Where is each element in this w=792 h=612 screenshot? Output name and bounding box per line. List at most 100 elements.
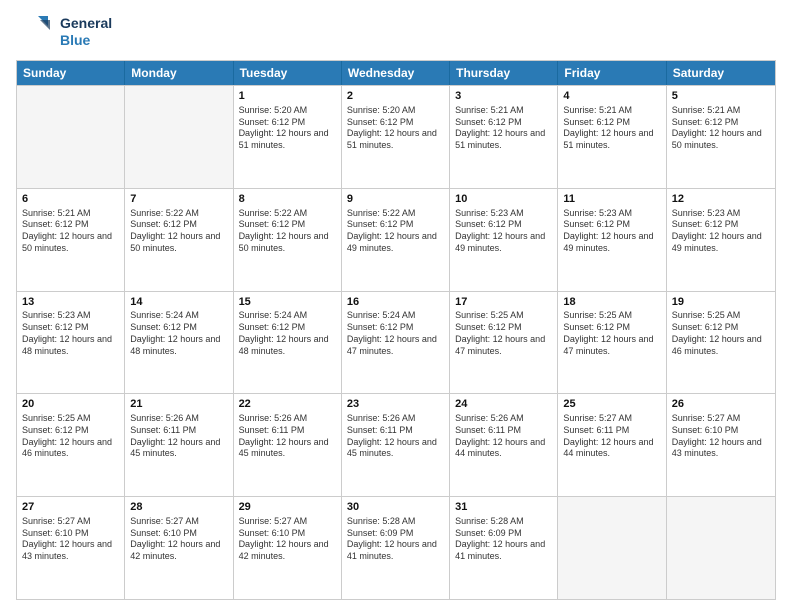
day-number: 23 [347,397,444,412]
day-info: Sunrise: 5:25 AM Sunset: 6:12 PM Dayligh… [22,413,119,460]
calendar-cell: 22Sunrise: 5:26 AM Sunset: 6:11 PM Dayli… [234,394,342,496]
day-number: 5 [672,89,770,104]
day-info: Sunrise: 5:22 AM Sunset: 6:12 PM Dayligh… [347,208,444,255]
calendar-cell: 19Sunrise: 5:25 AM Sunset: 6:12 PM Dayli… [667,292,775,394]
day-number: 8 [239,192,336,207]
calendar-cell: 9Sunrise: 5:22 AM Sunset: 6:12 PM Daylig… [342,189,450,291]
calendar-row-1: 1 Sunrise: 5:20 AM Sunset: 6:12 PM Daylig… [17,85,775,188]
day-number: 14 [130,295,227,310]
calendar-cell: 1Sunrise: 5:20 AM Sunset: 6:12 PM Daylig… [234,86,342,188]
day-number: 13 [22,295,119,310]
day-number: 16 [347,295,444,310]
day-info: Sunrise: 5:21 AM Sunset: 6:12 PM Dayligh… [455,105,552,152]
day-number: 20 [22,397,119,412]
day-number: 9 [347,192,444,207]
day-number: 25 [563,397,660,412]
day-number: 11 [563,192,660,207]
day-number: 26 [672,397,770,412]
day-number: 1 [239,89,336,104]
calendar-header: SundayMondayTuesdayWednesdayThursdayFrid… [17,61,775,85]
day-info: Sunrise: 5:26 AM Sunset: 6:11 PM Dayligh… [347,413,444,460]
day-info: Sunrise: 5:23 AM Sunset: 6:12 PM Dayligh… [672,208,770,255]
day-number: 10 [455,192,552,207]
weekday-header-tuesday: Tuesday [234,61,342,85]
day-number: 18 [563,295,660,310]
day-info: Sunrise: 5:25 AM Sunset: 6:12 PM Dayligh… [455,310,552,357]
day-info: Sunrise: 5:24 AM Sunset: 6:12 PM Dayligh… [239,310,336,357]
day-info: Sunrise: 5:23 AM Sunset: 6:12 PM Dayligh… [455,208,552,255]
calendar-cell: 3Sunrise: 5:21 AM Sunset: 6:12 PM Daylig… [450,86,558,188]
calendar-cell [667,497,775,599]
calendar-cell: 4Sunrise: 5:21 AM Sunset: 6:12 PM Daylig… [558,86,666,188]
day-number: 28 [130,500,227,515]
header: General Blue [16,12,776,52]
day-info: Sunrise: 5:20 AM Sunset: 6:12 PM Dayligh… [347,105,444,152]
calendar-cell: 11Sunrise: 5:23 AM Sunset: 6:12 PM Dayli… [558,189,666,291]
calendar-cell [17,86,125,188]
calendar-cell: 15Sunrise: 5:24 AM Sunset: 6:12 PM Dayli… [234,292,342,394]
calendar-cell [125,86,233,188]
day-info: Sunrise: 5:22 AM Sunset: 6:12 PM Dayligh… [239,208,336,255]
weekday-header-saturday: Saturday [667,61,775,85]
day-info: Sunrise: 5:26 AM Sunset: 6:11 PM Dayligh… [455,413,552,460]
calendar-cell: 6Sunrise: 5:21 AM Sunset: 6:12 PM Daylig… [17,189,125,291]
day-info: Sunrise: 5:27 AM Sunset: 6:10 PM Dayligh… [672,413,770,460]
day-number: 29 [239,500,336,515]
calendar-cell: 27Sunrise: 5:27 AM Sunset: 6:10 PM Dayli… [17,497,125,599]
calendar-cell: 31Sunrise: 5:28 AM Sunset: 6:09 PM Dayli… [450,497,558,599]
day-number: 12 [672,192,770,207]
day-number: 27 [22,500,119,515]
day-info: Sunrise: 5:23 AM Sunset: 6:12 PM Dayligh… [22,310,119,357]
calendar-cell: 5Sunrise: 5:21 AM Sunset: 6:12 PM Daylig… [667,86,775,188]
day-number: 19 [672,295,770,310]
day-info: Sunrise: 5:27 AM Sunset: 6:10 PM Dayligh… [22,516,119,563]
weekday-header-wednesday: Wednesday [342,61,450,85]
day-info: Sunrise: 5:24 AM Sunset: 6:12 PM Dayligh… [347,310,444,357]
day-number: 6 [22,192,119,207]
calendar-cell: 30Sunrise: 5:28 AM Sunset: 6:09 PM Dayli… [342,497,450,599]
day-info: Sunrise: 5:24 AM Sunset: 6:12 PM Dayligh… [130,310,227,357]
weekday-header-monday: Monday [125,61,233,85]
calendar-row-5: 27Sunrise: 5:27 AM Sunset: 6:10 PM Dayli… [17,496,775,599]
day-info: Sunrise: 5:26 AM Sunset: 6:11 PM Dayligh… [239,413,336,460]
day-info: Sunrise: 5:27 AM Sunset: 6:10 PM Dayligh… [239,516,336,563]
weekday-header-thursday: Thursday [450,61,558,85]
calendar-cell: 20Sunrise: 5:25 AM Sunset: 6:12 PM Dayli… [17,394,125,496]
logo-general: General [60,15,112,32]
calendar-cell: 23Sunrise: 5:26 AM Sunset: 6:11 PM Dayli… [342,394,450,496]
day-number: 7 [130,192,227,207]
day-info: Sunrise: 5:21 AM Sunset: 6:12 PM Dayligh… [563,105,660,152]
day-number: 21 [130,397,227,412]
calendar: SundayMondayTuesdayWednesdayThursdayFrid… [16,60,776,600]
calendar-cell: 14Sunrise: 5:24 AM Sunset: 6:12 PM Dayli… [125,292,233,394]
calendar-cell: 10Sunrise: 5:23 AM Sunset: 6:12 PM Dayli… [450,189,558,291]
day-info: Sunrise: 5:23 AM Sunset: 6:12 PM Dayligh… [563,208,660,255]
calendar-row-3: 13Sunrise: 5:23 AM Sunset: 6:12 PM Dayli… [17,291,775,394]
calendar-cell: 21Sunrise: 5:26 AM Sunset: 6:11 PM Dayli… [125,394,233,496]
day-number: 22 [239,397,336,412]
day-number: 2 [347,89,444,104]
day-number: 4 [563,89,660,104]
calendar-cell [558,497,666,599]
day-number: 24 [455,397,552,412]
calendar-cell: 8Sunrise: 5:22 AM Sunset: 6:12 PM Daylig… [234,189,342,291]
day-number: 30 [347,500,444,515]
page: General Blue SundayMondayTuesdayWednesda… [0,0,792,612]
logo-svg [16,12,56,52]
weekday-header-friday: Friday [558,61,666,85]
day-info: Sunrise: 5:26 AM Sunset: 6:11 PM Dayligh… [130,413,227,460]
logo-blue: Blue [60,32,112,49]
calendar-cell: 17Sunrise: 5:25 AM Sunset: 6:12 PM Dayli… [450,292,558,394]
day-info: Sunrise: 5:22 AM Sunset: 6:12 PM Dayligh… [130,208,227,255]
calendar-cell: 28Sunrise: 5:27 AM Sunset: 6:10 PM Dayli… [125,497,233,599]
day-number: 31 [455,500,552,515]
calendar-cell: 13Sunrise: 5:23 AM Sunset: 6:12 PM Dayli… [17,292,125,394]
calendar-body: 1 Sunrise: 5:20 AM Sunset: 6:12 PM Daylig… [17,85,775,599]
day-info: Sunrise: 5:25 AM Sunset: 6:12 PM Dayligh… [672,310,770,357]
calendar-cell: 25Sunrise: 5:27 AM Sunset: 6:11 PM Dayli… [558,394,666,496]
calendar-cell: 2Sunrise: 5:20 AM Sunset: 6:12 PM Daylig… [342,86,450,188]
day-info: Sunrise: 5:27 AM Sunset: 6:10 PM Dayligh… [130,516,227,563]
day-info: Sunrise: 5:27 AM Sunset: 6:11 PM Dayligh… [563,413,660,460]
day-info: Sunrise: 5:21 AM Sunset: 6:12 PM Dayligh… [22,208,119,255]
day-number: 15 [239,295,336,310]
